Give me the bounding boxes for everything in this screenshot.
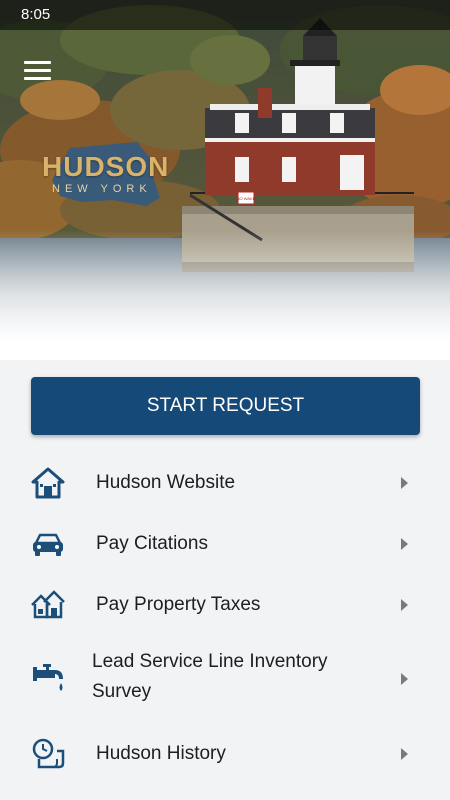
home-icon bbox=[31, 467, 65, 499]
chevron-right-icon bbox=[401, 599, 408, 611]
no-wake-sign: NO WAKE bbox=[237, 196, 256, 201]
menu-item-label: Lead Service Line Inventory Survey bbox=[92, 651, 328, 702]
menu-item-pay-property-taxes[interactable]: Pay Property Taxes bbox=[0, 574, 450, 635]
chevron-right-icon bbox=[401, 673, 408, 685]
logo-title: HUDSON bbox=[42, 151, 170, 182]
menu-item-pay-citations[interactable]: Pay Citations bbox=[0, 513, 450, 574]
car-icon bbox=[33, 533, 63, 556]
chevron-right-icon bbox=[401, 538, 408, 550]
menu-item-label: Hudson Website bbox=[96, 472, 236, 493]
menu-item-hudson-website[interactable]: Hudson Website bbox=[0, 452, 450, 513]
status-bar: 8:05 bbox=[0, 0, 450, 30]
logo-subtitle: NEW YORK bbox=[52, 183, 152, 195]
hero-fade bbox=[0, 230, 450, 360]
menu-item-lead-service-line-survey[interactable]: Lead Service Line Inventory Survey bbox=[0, 635, 450, 723]
start-request-button[interactable]: START REQUEST bbox=[31, 377, 420, 435]
houses-icon bbox=[31, 590, 65, 619]
status-time: 8:05 bbox=[21, 6, 51, 23]
chevron-right-icon bbox=[401, 748, 408, 760]
faucet-icon bbox=[33, 664, 63, 691]
menu-list: Hudson Website Pay Citations Pay Propert… bbox=[0, 452, 450, 784]
menu-item-label: Pay Citations bbox=[96, 533, 208, 554]
history-clock-icon bbox=[32, 738, 65, 769]
menu-item-hudson-history[interactable]: Hudson History bbox=[0, 723, 450, 784]
chevron-right-icon bbox=[401, 477, 408, 489]
menu-item-label: Hudson History bbox=[96, 743, 226, 764]
menu-item-label: Pay Property Taxes bbox=[96, 594, 261, 615]
hudson-logo: HUDSON NEW YORK bbox=[42, 140, 170, 210]
hamburger-menu-icon[interactable] bbox=[24, 58, 56, 84]
